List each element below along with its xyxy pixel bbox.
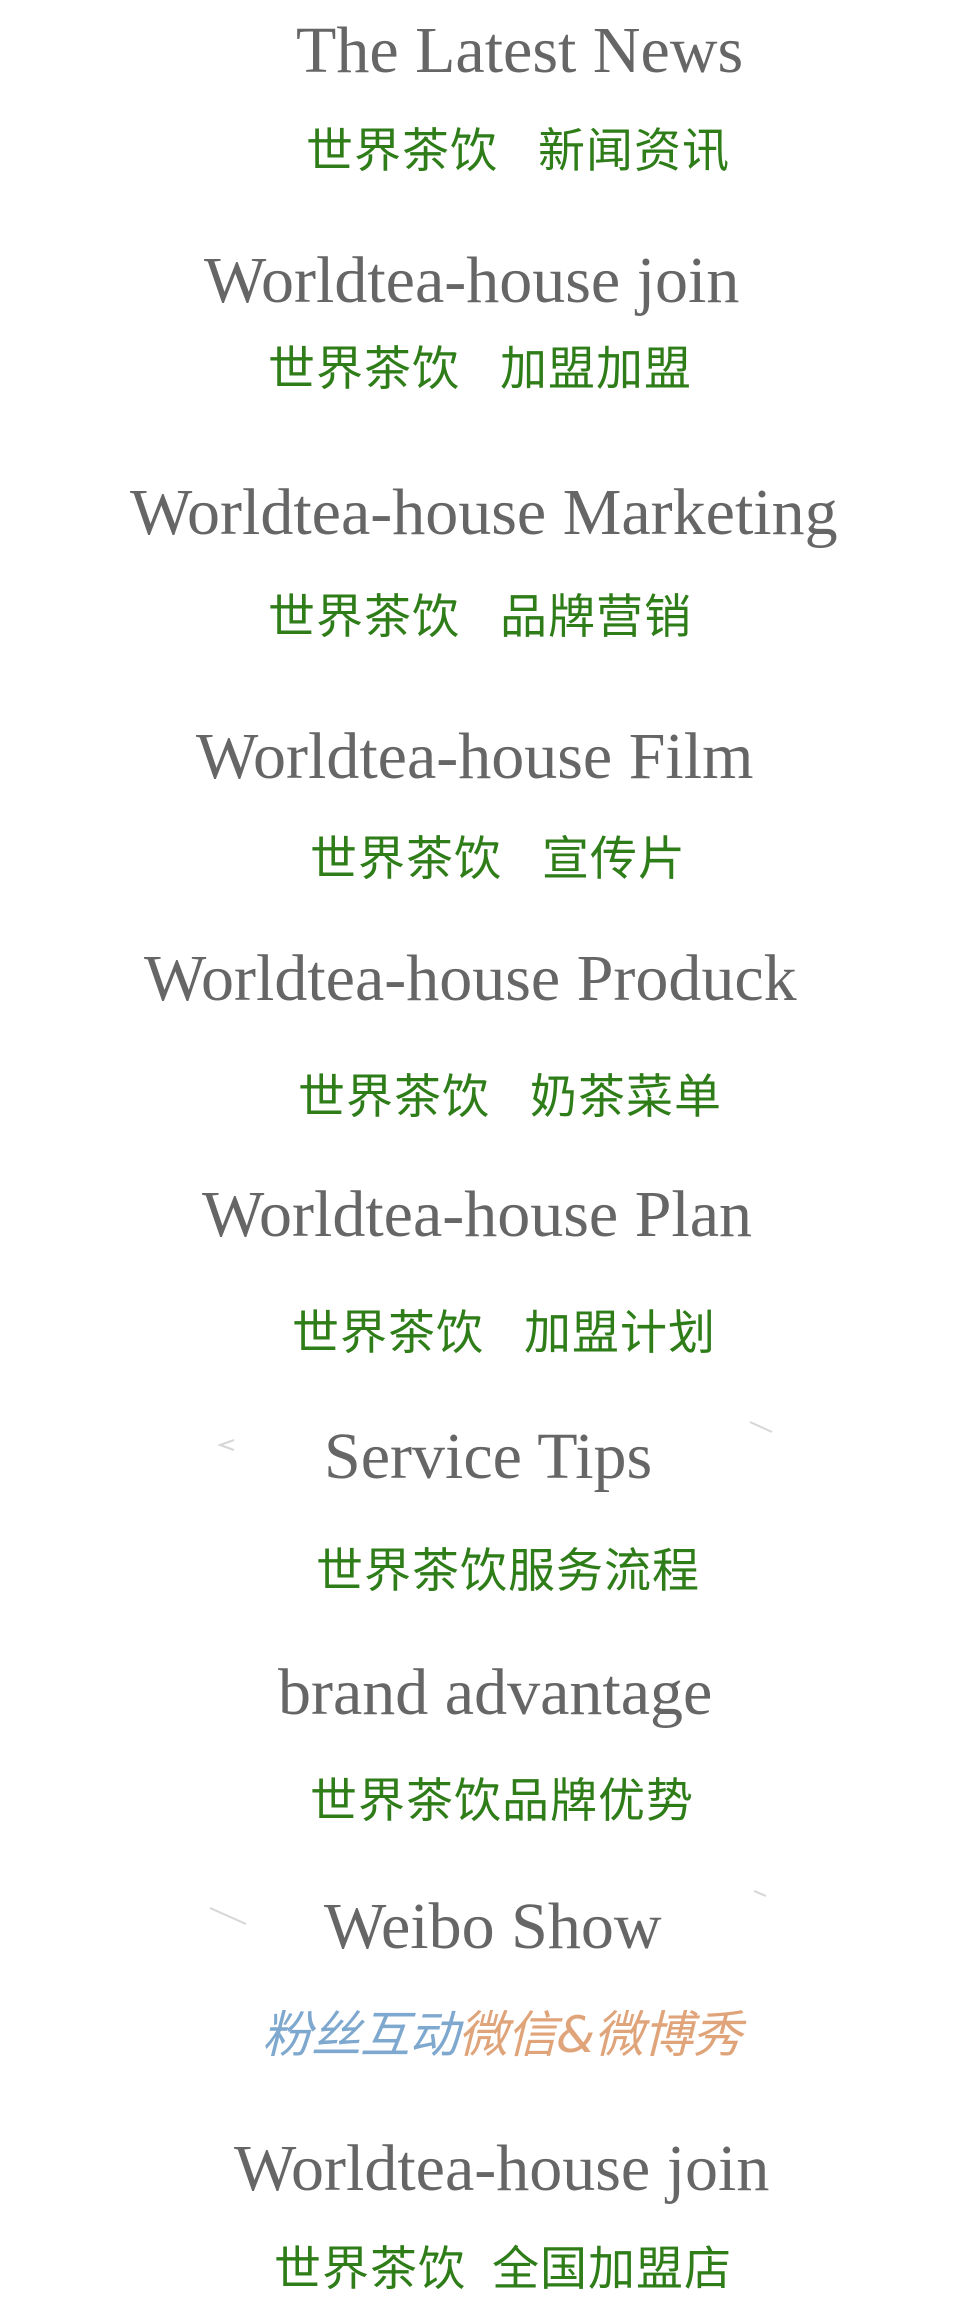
chevron-left-decoration-icon (217, 1439, 235, 1451)
subtitle-topic: 奶茶菜单 (530, 1070, 722, 1125)
slash-decoration-icon (753, 1890, 767, 1897)
subtitle-topic: 新闻资讯 (538, 124, 730, 179)
section-subtitle: 世界茶饮 加盟加盟 (268, 346, 692, 393)
subtitle-brand: 世界茶饮 (306, 124, 498, 179)
subtitle-topic: 全国加盟店 (492, 2242, 732, 2297)
subtitle-brand: 世界茶饮 (274, 2242, 466, 2297)
section-title: Worldtea-house Film (196, 720, 754, 793)
section-title: brand advantage (278, 1656, 713, 1729)
subtitle-topic: 加盟计划 (524, 1306, 716, 1361)
section-subtitle: 世界茶饮 奶茶菜单 (298, 1074, 722, 1121)
section-title: Worldtea-house join (234, 2132, 770, 2205)
section-subtitle: 世界茶饮 宣传片 (310, 836, 686, 883)
subtitle-brand: 世界茶饮 (292, 1306, 484, 1361)
subtitle-brand: 世界茶饮 (298, 1070, 490, 1125)
section-title: Worldtea-house Plan (202, 1178, 753, 1251)
subtitle-topic: 加盟加盟 (500, 342, 692, 397)
section-subtitle: 世界茶饮品牌优势 (310, 1774, 694, 1829)
subtitle-fan-interaction: 粉丝互动 (262, 2006, 459, 2064)
section-title: Worldtea-house join (204, 244, 740, 317)
section-subtitle: 世界茶饮 全国加盟店 (274, 2246, 732, 2293)
section-title: Worldtea-house Produck (144, 942, 797, 1015)
section-title: Service Tips (324, 1420, 653, 1493)
page: The Latest News 世界茶饮 新闻资讯 Worldtea-house … (0, 0, 980, 2300)
section-subtitle: 世界茶饮服务流程 (316, 1544, 700, 1599)
section-title: The Latest News (296, 14, 744, 87)
subtitle-brand: 世界茶饮 (268, 342, 460, 397)
subtitle-brand: 世界茶饮 (310, 832, 502, 887)
slash-decoration-icon (209, 1907, 247, 1925)
section-subtitle: 世界茶饮 加盟计划 (292, 1310, 716, 1357)
subtitle-brand: 世界茶饮 (268, 590, 460, 645)
subtitle-topic: 品牌营销 (500, 590, 692, 645)
section-subtitle: 粉丝互动微信&微博秀 (262, 2010, 742, 2060)
section-title: Weibo Show (324, 1890, 662, 1963)
section-title: Worldtea-house Marketing (130, 476, 838, 549)
subtitle-wechat-weibo: 微信&微博秀 (458, 2006, 742, 2064)
slash-decoration-icon (749, 1421, 773, 1433)
section-subtitle: 世界茶饮 新闻资讯 (306, 128, 730, 175)
section-subtitle: 世界茶饮 品牌营销 (268, 594, 692, 641)
subtitle-topic: 宣传片 (542, 832, 686, 887)
